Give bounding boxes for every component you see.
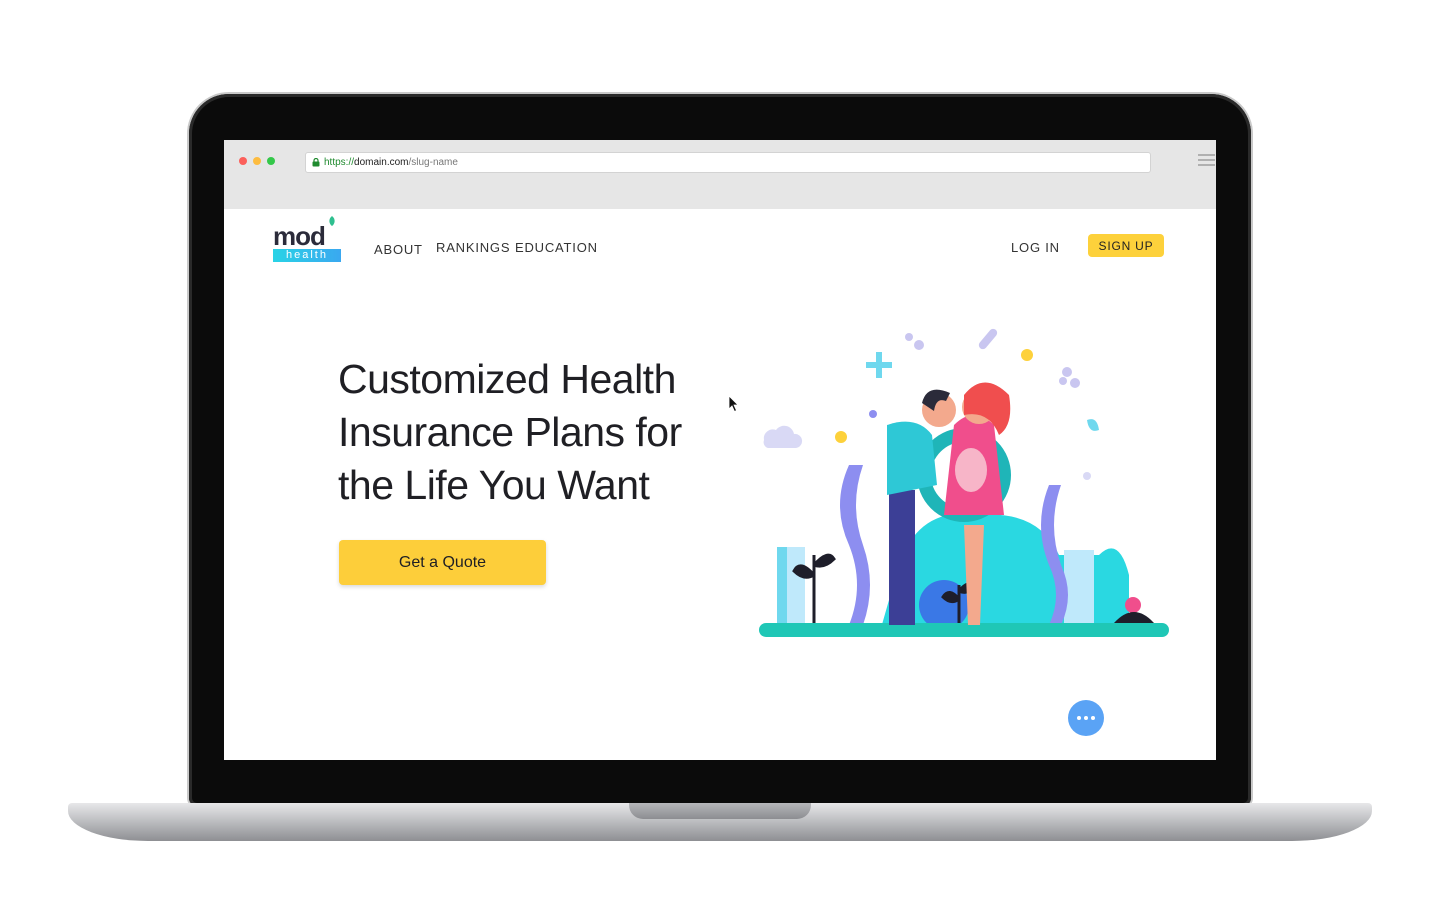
- close-window-dot[interactable]: [239, 157, 247, 165]
- nav-link-education[interactable]: EDUCATION: [515, 240, 598, 255]
- nav-link-about[interactable]: ABOUT: [374, 242, 423, 257]
- logo-wordmark: mod: [273, 221, 326, 251]
- maximize-window-dot[interactable]: [267, 157, 275, 165]
- mouse-pointer-icon: [728, 395, 739, 413]
- minimize-window-dot[interactable]: [253, 157, 261, 165]
- leaf-icon: [329, 216, 335, 226]
- mod-health-logo[interactable]: mod health: [273, 216, 343, 263]
- url-domain: domain.com: [354, 157, 409, 168]
- lock-icon: [312, 158, 320, 167]
- hero-title: Customized Health Insurance Plans for th…: [338, 356, 682, 508]
- get-quote-button[interactable]: Get a Quote: [339, 540, 546, 585]
- url-scheme: https://: [324, 157, 355, 168]
- login-link[interactable]: LOG IN: [1011, 240, 1060, 255]
- hamburger-menu-icon[interactable]: [1198, 154, 1215, 169]
- couple-illustration: [759, 328, 1169, 637]
- browser-chrome: https://domain.com/slug-name: [224, 140, 1216, 209]
- chat-ellipsis-icon[interactable]: [1068, 700, 1104, 736]
- browser-screen: https://domain.com/slug-name mod health …: [224, 140, 1216, 760]
- laptop-notch: [629, 803, 811, 819]
- logo-subtitle: health: [273, 249, 341, 262]
- address-bar[interactable]: https://domain.com/slug-name: [305, 152, 1151, 173]
- signup-button[interactable]: SIGN UP: [1088, 234, 1164, 257]
- url-path: /slug-name: [408, 157, 458, 168]
- nav-link-rankings[interactable]: RANKINGS: [436, 240, 510, 255]
- site-navbar: mod health ABOUT RANKINGS EDUCATION LOG …: [224, 209, 1216, 289]
